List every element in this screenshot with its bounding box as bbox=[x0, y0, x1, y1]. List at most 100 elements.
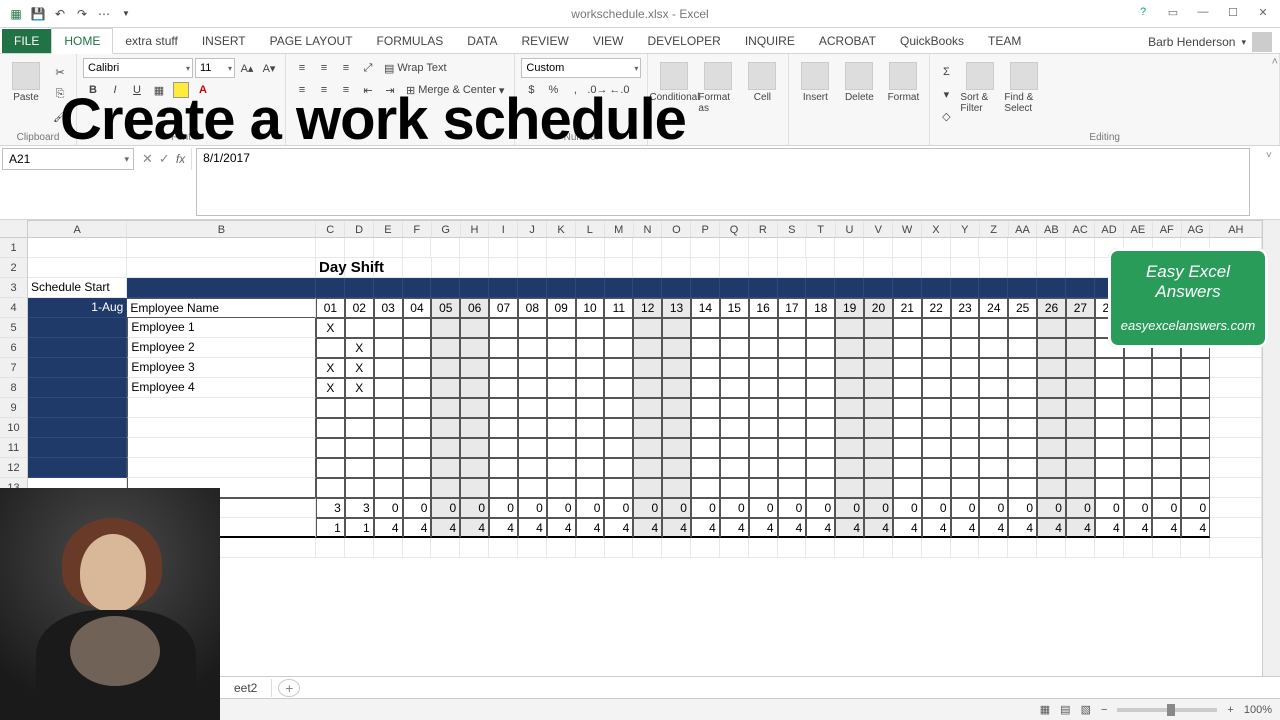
cell[interactable] bbox=[922, 398, 951, 418]
clear-icon[interactable]: ◇ bbox=[936, 106, 956, 126]
cell[interactable] bbox=[403, 338, 432, 358]
cell[interactable]: 23 bbox=[951, 298, 980, 318]
col-header[interactable]: A bbox=[28, 221, 127, 237]
cell[interactable] bbox=[778, 318, 807, 338]
cut-icon[interactable]: ✂ bbox=[50, 62, 70, 82]
cell[interactable] bbox=[979, 358, 1008, 378]
cell[interactable]: 4 bbox=[922, 518, 951, 538]
cell[interactable]: 0 bbox=[403, 498, 432, 518]
cell[interactable] bbox=[576, 398, 605, 418]
cell[interactable] bbox=[951, 338, 980, 358]
cell[interactable] bbox=[604, 338, 633, 358]
col-header[interactable]: AG bbox=[1182, 221, 1211, 237]
cell[interactable] bbox=[633, 398, 662, 418]
cell[interactable] bbox=[518, 398, 547, 418]
cell[interactable]: 4 bbox=[691, 518, 720, 538]
cell[interactable] bbox=[951, 318, 980, 338]
cell[interactable] bbox=[316, 458, 345, 478]
cell[interactable] bbox=[489, 438, 518, 458]
cell[interactable] bbox=[1066, 358, 1095, 378]
col-header[interactable]: Z bbox=[980, 221, 1009, 237]
cell[interactable]: 0 bbox=[576, 498, 605, 518]
cell[interactable] bbox=[547, 438, 576, 458]
cell[interactable] bbox=[403, 478, 432, 498]
cell[interactable] bbox=[922, 278, 951, 298]
undo-icon[interactable]: ↶ bbox=[50, 4, 70, 24]
cell[interactable]: 0 bbox=[489, 498, 518, 518]
cell[interactable] bbox=[518, 458, 547, 478]
cell[interactable] bbox=[547, 318, 576, 338]
cell[interactable] bbox=[1210, 358, 1262, 378]
cell[interactable] bbox=[374, 478, 403, 498]
tab-home[interactable]: HOME bbox=[51, 28, 113, 54]
cell[interactable]: 0 bbox=[806, 498, 835, 518]
cell[interactable]: 0 bbox=[749, 498, 778, 518]
formula-input[interactable]: 8/1/2017 bbox=[196, 148, 1250, 216]
cell[interactable]: 1-Aug bbox=[28, 298, 127, 318]
cell[interactable] bbox=[951, 398, 980, 418]
cell[interactable] bbox=[720, 238, 749, 258]
cell[interactable] bbox=[662, 358, 691, 378]
cell[interactable] bbox=[1152, 458, 1181, 478]
cell[interactable]: 01 bbox=[316, 298, 345, 318]
insert-cells-button[interactable]: Insert bbox=[795, 58, 835, 103]
col-header[interactable]: W bbox=[893, 221, 922, 237]
cell[interactable] bbox=[403, 258, 432, 278]
cell[interactable]: 15 bbox=[720, 298, 749, 318]
cell[interactable] bbox=[605, 278, 634, 298]
cell[interactable] bbox=[951, 378, 980, 398]
cell[interactable] bbox=[1037, 398, 1066, 418]
cell[interactable] bbox=[806, 538, 835, 558]
col-header[interactable]: O bbox=[662, 221, 691, 237]
cell[interactable] bbox=[28, 438, 127, 458]
fill-icon[interactable]: ▾ bbox=[936, 84, 956, 104]
cell[interactable] bbox=[662, 438, 691, 458]
zoom-level[interactable]: 100% bbox=[1244, 704, 1272, 716]
cell[interactable] bbox=[547, 398, 576, 418]
cell[interactable] bbox=[576, 538, 605, 558]
cell[interactable]: 4 bbox=[604, 518, 633, 538]
find-select-button[interactable]: Find & Select bbox=[1004, 58, 1044, 114]
cell[interactable] bbox=[951, 278, 980, 298]
cell[interactable] bbox=[749, 258, 778, 278]
cell[interactable]: 0 bbox=[778, 498, 807, 518]
cell[interactable] bbox=[951, 478, 980, 498]
cell[interactable]: 0 bbox=[1124, 498, 1153, 518]
cell[interactable] bbox=[662, 318, 691, 338]
cell[interactable]: 14 bbox=[691, 298, 720, 318]
cell[interactable] bbox=[893, 278, 922, 298]
cell[interactable] bbox=[1095, 358, 1124, 378]
cell[interactable] bbox=[835, 238, 864, 258]
cell[interactable]: 19 bbox=[835, 298, 864, 318]
cell[interactable] bbox=[460, 358, 489, 378]
cell[interactable] bbox=[1008, 418, 1037, 438]
cell[interactable] bbox=[835, 538, 864, 558]
cell[interactable]: 4 bbox=[489, 518, 518, 538]
cell[interactable] bbox=[922, 238, 951, 258]
cell[interactable] bbox=[749, 238, 778, 258]
cell[interactable] bbox=[576, 258, 605, 278]
cell[interactable] bbox=[806, 278, 835, 298]
cell[interactable] bbox=[403, 238, 432, 258]
cell[interactable] bbox=[1066, 458, 1095, 478]
cell[interactable] bbox=[28, 378, 127, 398]
cell[interactable]: 4 bbox=[576, 518, 605, 538]
cell[interactable]: 1 bbox=[316, 518, 345, 538]
col-header[interactable]: Y bbox=[951, 221, 980, 237]
cell[interactable]: 26 bbox=[1037, 298, 1066, 318]
cell[interactable]: 0 bbox=[547, 498, 576, 518]
cell[interactable] bbox=[604, 378, 633, 398]
cell[interactable] bbox=[922, 338, 951, 358]
cell[interactable] bbox=[633, 418, 662, 438]
cell[interactable] bbox=[431, 278, 460, 298]
cell[interactable] bbox=[403, 358, 432, 378]
cell[interactable] bbox=[1124, 478, 1153, 498]
cell[interactable] bbox=[547, 238, 576, 258]
cell[interactable] bbox=[979, 278, 1008, 298]
row-header[interactable]: 7 bbox=[0, 358, 27, 378]
cell[interactable] bbox=[979, 338, 1008, 358]
row-header[interactable]: 8 bbox=[0, 378, 27, 398]
cell[interactable] bbox=[431, 438, 460, 458]
cell[interactable] bbox=[1066, 338, 1095, 358]
col-header[interactable]: S bbox=[778, 221, 807, 237]
